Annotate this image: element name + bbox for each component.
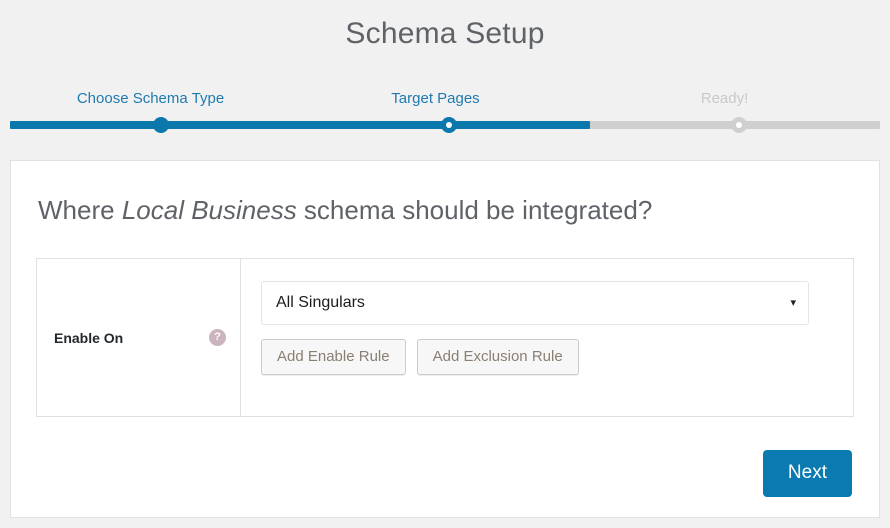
wizard-content-card: Where Local Business schema should be in… bbox=[10, 160, 880, 518]
add-exclusion-rule-button[interactable]: Add Exclusion Rule bbox=[417, 339, 579, 375]
wizard-header: Schema Setup Choose Schema Type Target P… bbox=[0, 0, 890, 160]
question-suffix: schema should be integrated? bbox=[297, 195, 653, 225]
question-heading: Where Local Business schema should be in… bbox=[38, 193, 652, 227]
enable-on-select[interactable]: All Singulars bbox=[261, 281, 809, 325]
step-progress-fill bbox=[10, 121, 590, 129]
step-label-target-pages[interactable]: Target Pages bbox=[291, 86, 580, 112]
enable-on-form-table: Enable On ? All Singulars ▾ Add Enable R… bbox=[36, 258, 854, 417]
step-dot-target-pages[interactable] bbox=[441, 117, 457, 133]
enable-on-select-wrapper: All Singulars ▾ bbox=[261, 281, 809, 325]
add-enable-rule-button[interactable]: Add Enable Rule bbox=[261, 339, 406, 375]
step-labels: Choose Schema Type Target Pages Ready! bbox=[10, 86, 880, 112]
schema-setup-wizard: Schema Setup Choose Schema Type Target P… bbox=[0, 0, 890, 528]
form-row-header: Enable On ? bbox=[37, 259, 241, 416]
enable-on-label: Enable On bbox=[54, 330, 209, 346]
next-button[interactable]: Next bbox=[763, 450, 852, 497]
question-emphasis: Local Business bbox=[122, 195, 297, 225]
page-title: Schema Setup bbox=[0, 14, 890, 54]
question-mark-icon[interactable]: ? bbox=[209, 329, 226, 346]
card-footer: Next bbox=[763, 450, 852, 497]
step-dot-ready bbox=[731, 117, 747, 133]
step-label-ready: Ready! bbox=[580, 86, 869, 112]
question-prefix: Where bbox=[38, 195, 122, 225]
step-label-choose-schema-type[interactable]: Choose Schema Type bbox=[10, 86, 291, 112]
step-progress-bar bbox=[10, 121, 880, 129]
form-row-body: All Singulars ▾ Add Enable Rule Add Excl… bbox=[241, 259, 853, 416]
step-dot-choose-schema-type[interactable] bbox=[153, 117, 169, 133]
rule-buttons-group: Add Enable Rule Add Exclusion Rule bbox=[261, 339, 833, 375]
